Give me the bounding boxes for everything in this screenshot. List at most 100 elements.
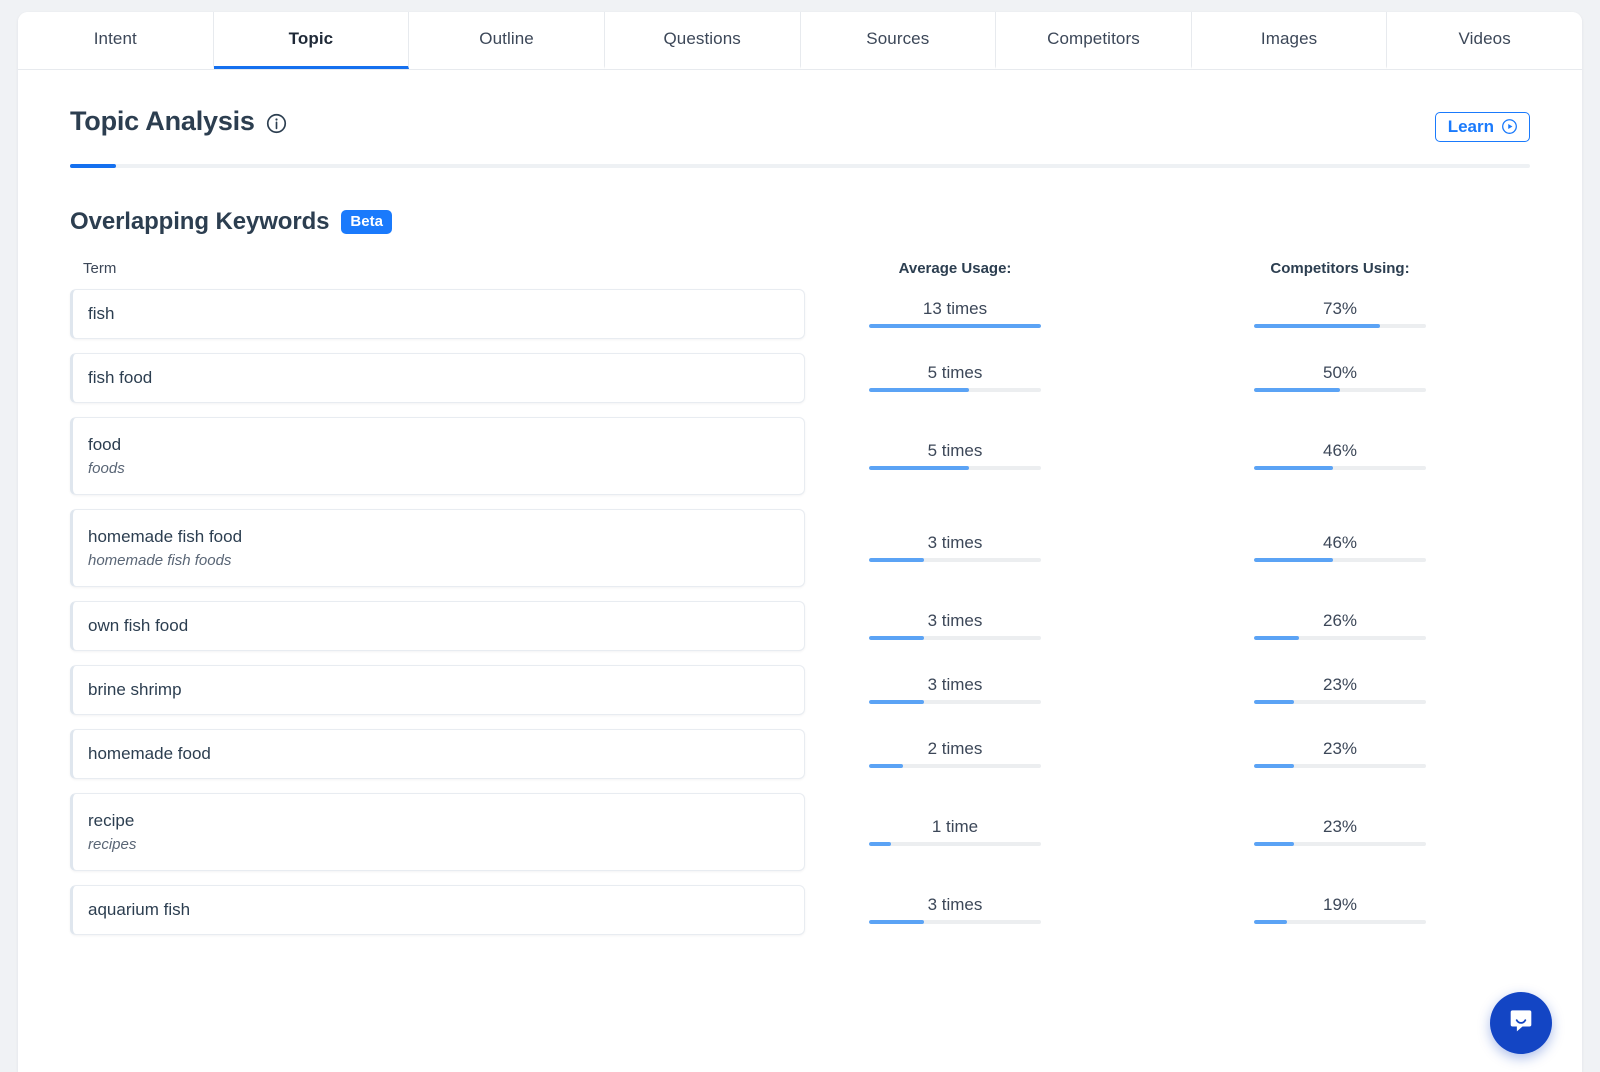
competitors-using-label: 50% [1322,363,1358,382]
average-usage-bar-fill [869,700,925,704]
table-row: own fish food 3 times 26% [70,601,1530,651]
tab-sources[interactable]: Sources [800,12,997,69]
competitors-using-bar-fill [1254,764,1294,768]
competitors-using-bar-fill [1254,920,1287,924]
tab-label: Images [1260,29,1318,48]
average-usage-bar-track [869,636,1041,640]
average-usage-bar-fill [869,920,925,924]
average-usage: 1 time [805,818,1105,846]
average-usage-label: 5 times [927,363,983,382]
term-card[interactable]: brine shrimp [70,665,805,715]
competitors-using: 46% [1190,534,1490,562]
average-usage-bar-fill [869,466,969,470]
competitors-using-bar-fill [1254,700,1294,704]
chat-launcher-button[interactable] [1490,992,1552,1054]
page-title: Topic Analysis [70,106,255,136]
learn-button[interactable]: Learn [1434,112,1530,142]
competitors-using-bar-fill [1254,324,1380,328]
term-variant-label: homemade fish foods [88,551,232,569]
average-usage-bar-fill [869,324,1041,328]
play-circle-icon [1501,118,1518,135]
average-usage: 3 times [805,612,1105,640]
tab-intent[interactable]: Intent [18,12,214,69]
average-usage-label: 1 time [931,817,979,836]
term-label: recipe [88,810,135,830]
average-usage-label: 3 times [927,533,983,552]
table-row: homemade food 2 times 23% [70,729,1530,779]
term-label: brine shrimp [88,680,182,700]
tab-label: Questions [663,29,741,48]
term-card[interactable]: own fish food [70,601,805,651]
term-card[interactable]: homemade fish food homemade fish foods [70,509,805,587]
table-row: fish food 5 times 50% [70,353,1530,403]
column-header-average-usage: Average Usage: [898,260,1012,277]
competitors-using: 26% [1190,612,1490,640]
term-label: fish food [88,368,153,388]
topic-analysis-card: Intent Topic Outline Questions Sources Compet… [18,12,1582,1072]
term-label: homemade fish food [88,526,243,546]
tab-outline[interactable]: Outline [409,12,605,69]
competitors-using-bar-track [1254,636,1426,640]
term-variant-label: recipes [88,835,137,853]
competitors-using-bar-fill [1254,558,1334,562]
beta-badge: Beta [341,209,392,235]
tab-label: Topic [288,29,334,48]
competitors-using-label: 23% [1322,739,1358,758]
average-usage: 3 times [805,534,1105,562]
tab-label: Competitors [1047,29,1140,48]
average-usage-bar-track [869,558,1041,562]
average-usage-label: 3 times [927,611,983,630]
competitors-using-bar-track [1254,700,1426,704]
competitors-using-bar-track [1254,466,1426,470]
average-usage-label: 5 times [927,441,983,460]
average-usage-label: 2 times [927,739,983,758]
tab-images[interactable]: Images [1191,12,1388,69]
average-usage-bar-track [869,388,1041,392]
term-card[interactable]: fish food [70,353,805,403]
title-row: Topic Analysis [70,106,287,137]
competitors-using: 73% [1190,300,1490,328]
table-row: aquarium fish 3 times 19% [70,885,1530,935]
term-card[interactable]: food foods [70,417,805,495]
term-variant-label: foods [88,459,125,477]
term-label: aquarium fish [88,900,191,920]
term-label: own fish food [88,616,189,636]
table-row: food foods 5 times 46% [70,417,1530,495]
column-headers: Term Average Usage: Competitors Using: [70,260,1530,277]
column-header-competitors-using: Competitors Using: [1270,260,1410,277]
average-usage-bar-track [869,764,1041,768]
tab-label: Videos [1458,29,1511,48]
term-card[interactable]: recipe recipes [70,793,805,871]
term-card[interactable]: homemade food [70,729,805,779]
competitors-using-bar-track [1254,920,1426,924]
competitors-using-bar-track [1254,842,1426,846]
tab-videos[interactable]: Videos [1387,12,1582,69]
overlapping-keywords-heading: Overlapping Keywords Beta [70,208,1530,236]
average-usage-bar-track [869,700,1041,704]
competitors-using: 19% [1190,896,1490,924]
tab-competitors[interactable]: Competitors [996,12,1192,69]
term-card[interactable]: aquarium fish [70,885,805,935]
info-circle-icon[interactable] [266,110,287,134]
average-usage: 5 times [805,442,1105,470]
term-card[interactable]: fish [70,289,805,339]
average-usage-label: 3 times [927,675,983,694]
average-usage-label: 3 times [927,895,983,914]
tab-questions[interactable]: Questions [604,12,801,69]
competitors-using: 46% [1190,442,1490,470]
tab-topic[interactable]: Topic [213,12,410,69]
competitors-using: 50% [1190,364,1490,392]
term-label: fish [88,304,115,324]
average-usage-bar-track [869,842,1041,846]
average-usage-bar-fill [869,764,904,768]
competitors-using-label: 19% [1322,895,1358,914]
competitors-using-label: 46% [1322,441,1358,460]
competitors-using-bar-fill [1254,388,1340,392]
competitors-using-bar-fill [1254,466,1334,470]
competitors-using-bar-track [1254,388,1426,392]
competitors-using: 23% [1190,818,1490,846]
average-usage-bar-fill [869,558,925,562]
competitors-using-label: 46% [1322,533,1358,552]
competitors-using-bar-track [1254,764,1426,768]
term-label: food [88,434,122,454]
